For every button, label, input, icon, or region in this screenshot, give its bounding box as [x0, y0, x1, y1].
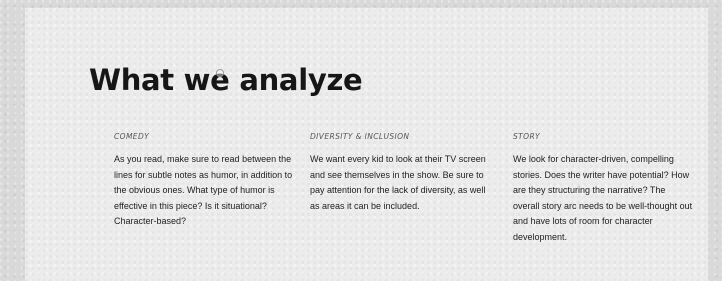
- column-text: We want every kid to look at their TV sc…: [310, 154, 486, 211]
- column-label: DIVERSITY & INCLUSION: [310, 132, 410, 141]
- column-text: As you read, make sure to read between t…: [114, 154, 293, 226]
- analysis-column-diversity-inclusion: DIVERSITY & INCLUSION We want every kid …: [310, 132, 490, 214]
- column-label: STORY: [513, 132, 541, 141]
- cursor-dot: [216, 69, 224, 77]
- content-panel: What we analyze COMEDY As you read, make…: [25, 8, 708, 281]
- page-title: What we analyze: [89, 63, 363, 97]
- analysis-column-story: STORY We look for character-driven, comp…: [513, 132, 693, 245]
- analysis-column-comedy: COMEDY As you read, make sure to read be…: [114, 132, 294, 230]
- column-text: We look for character-driven, compelling…: [513, 154, 693, 242]
- column-label: COMEDY: [114, 132, 150, 141]
